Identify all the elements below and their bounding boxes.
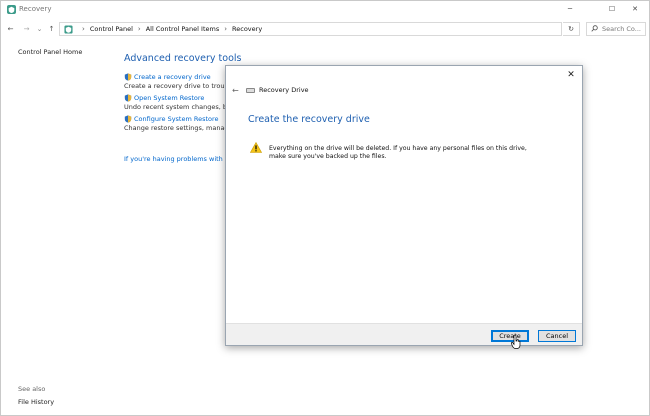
recent-locations-button[interactable]: ⌄ <box>34 23 45 35</box>
search-icon <box>591 24 598 34</box>
left-pane: Control Panel Home <box>18 48 118 56</box>
recovery-window: Recovery ─ ☐ ✕ ← → ⌄ ↑ › Control Panel ›… <box>0 0 650 416</box>
close-icon: ✕ <box>567 70 575 80</box>
up-button[interactable]: ↑ <box>46 23 57 35</box>
refresh-icon: ↻ <box>568 25 574 33</box>
page-title: Advanced recovery tools <box>124 53 242 64</box>
recovery-app-icon <box>7 5 16 14</box>
minimize-button[interactable]: ─ <box>556 1 584 17</box>
refresh-button[interactable]: ↻ <box>563 22 580 36</box>
title-bar: Recovery ─ ☐ ✕ <box>1 1 650 19</box>
uac-shield-icon <box>124 94 132 102</box>
file-history-link[interactable]: File History <box>18 398 54 406</box>
warning-icon <box>250 142 262 153</box>
address-box[interactable]: › Control Panel › All Control Panel Item… <box>59 22 562 36</box>
dialog-back-button[interactable]: ← <box>232 86 239 95</box>
dialog-title: Create the recovery drive <box>248 114 370 125</box>
chevron-down-icon: ⌄ <box>36 25 43 33</box>
configure-system-restore-link[interactable]: Configure System Restore <box>134 115 219 123</box>
drive-icon <box>246 87 255 93</box>
breadcrumb-separator-icon: › <box>82 25 85 33</box>
window-title: Recovery <box>19 5 52 13</box>
search-placeholder: Search Co... <box>602 25 641 33</box>
dialog-close-button[interactable]: ✕ <box>564 68 578 82</box>
up-arrow-icon: ↑ <box>48 25 55 33</box>
control-panel-home-link[interactable]: Control Panel Home <box>18 48 82 56</box>
search-input[interactable]: Search Co... <box>586 22 646 36</box>
minimize-icon: ─ <box>567 5 573 13</box>
see-also-heading: See also <box>18 385 46 393</box>
close-button[interactable]: ✕ <box>621 1 649 17</box>
create-recovery-drive-link[interactable]: Create a recovery drive <box>134 73 211 81</box>
forward-button[interactable]: → <box>21 23 32 35</box>
breadcrumb-separator-icon: › <box>224 25 228 33</box>
create-button[interactable]: Create <box>491 330 529 342</box>
warning-message: Everything on the drive will be deleted.… <box>269 145 527 160</box>
back-arrow-icon: ← <box>7 25 14 33</box>
mouse-cursor-icon <box>511 335 521 349</box>
dialog-header: Recovery Drive <box>246 86 309 94</box>
cancel-button[interactable]: Cancel <box>538 330 576 342</box>
open-system-restore-link[interactable]: Open System Restore <box>134 94 204 102</box>
breadcrumb-all-items[interactable]: All Control Panel Items <box>146 25 219 33</box>
dialog-app-name: Recovery Drive <box>259 86 309 94</box>
uac-shield-icon <box>124 115 132 123</box>
maximize-icon: ☐ <box>608 5 616 13</box>
control-panel-icon <box>64 24 73 34</box>
breadcrumb-control-panel[interactable]: Control Panel <box>90 25 133 33</box>
troubleshooting-link[interactable]: If you're having problems with your <box>124 155 239 163</box>
breadcrumb: › Control Panel › All Control Panel Item… <box>64 24 262 34</box>
back-button[interactable]: ← <box>5 23 16 35</box>
uac-shield-icon <box>124 73 132 81</box>
dialog-footer <box>226 323 582 345</box>
recovery-drive-dialog: ✕ ← Recovery Drive Create the recovery d… <box>225 65 583 346</box>
close-icon: ✕ <box>632 5 638 13</box>
breadcrumb-recovery[interactable]: Recovery <box>232 25 262 33</box>
breadcrumb-separator-icon: › <box>137 25 141 33</box>
forward-arrow-icon: → <box>23 25 30 33</box>
